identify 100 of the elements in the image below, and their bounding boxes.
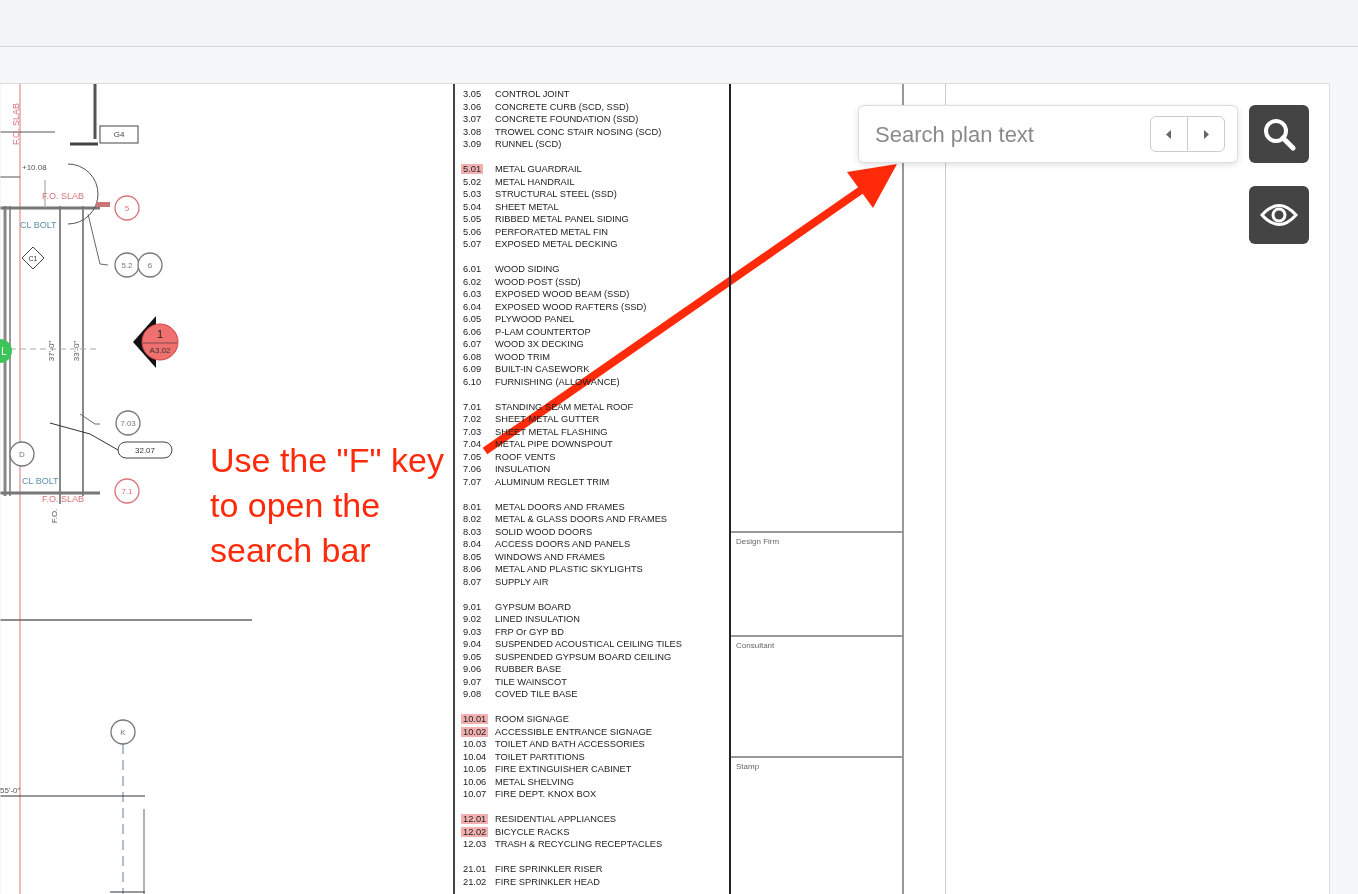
keynote-code: 21.01 bbox=[462, 864, 488, 874]
keynote-text: GYPSUM BOARD bbox=[495, 600, 571, 613]
keynote-code: 5.07 bbox=[462, 239, 483, 249]
keynote-code: 6.03 bbox=[462, 289, 483, 299]
keynote-code: 7.07 bbox=[462, 476, 483, 487]
keynote-text: TOILET AND BATH ACCESSORIES bbox=[495, 738, 645, 751]
plan-label: CL BOLT bbox=[20, 220, 57, 231]
keynote-text: FIRE SPRINKLER RISER bbox=[495, 863, 603, 876]
search-field[interactable]: Search plan text bbox=[858, 105, 1238, 163]
keynote-code: 10.07 bbox=[462, 789, 488, 799]
keynote-text: COVED TILE BASE bbox=[495, 688, 578, 701]
keynote-code: 9.07 bbox=[462, 676, 483, 687]
keynote-code: 9.06 bbox=[462, 664, 483, 674]
keynote-code: 6.09 bbox=[462, 364, 483, 374]
keynote-code: 9.03 bbox=[462, 626, 483, 637]
keynote-code: 21.02 bbox=[462, 876, 488, 887]
plan-tag: 32.07 bbox=[117, 441, 173, 459]
keynote-text: TROWEL CONC STAIR NOSING (SCD) bbox=[495, 125, 662, 138]
keynote-text: METAL & GLASS DOORS AND FRAMES bbox=[495, 513, 668, 526]
keynote-code: 10.01 bbox=[461, 714, 489, 724]
dimension-label: 37'-0" bbox=[47, 340, 57, 362]
keynote-text: ACCESS DOORS AND PANELS bbox=[495, 538, 631, 551]
keynote-code: 7.03 bbox=[462, 426, 483, 437]
keynote-text: WOOD TRIM bbox=[495, 350, 551, 363]
plan-label: CL BOLT bbox=[22, 476, 59, 487]
keynote-text: RESIDENTIAL APPLIANCES bbox=[495, 813, 617, 826]
keynote-code: 3.06 bbox=[462, 101, 483, 112]
keynote-text: P-LAM COUNTERTOP bbox=[495, 325, 591, 338]
keynote-text: METAL SHELVING bbox=[495, 775, 574, 788]
keynote-code: 8.04 bbox=[462, 539, 483, 549]
keynote-code: 8.01 bbox=[462, 501, 483, 512]
keynote-code: 8.05 bbox=[462, 551, 483, 562]
plan-tag: K bbox=[110, 719, 136, 745]
search-icon bbox=[1264, 119, 1296, 151]
keynote-code: 9.01 bbox=[462, 601, 483, 612]
keynote-text: WOOD SIDING bbox=[495, 263, 560, 276]
keynote-code: 9.04 bbox=[462, 639, 483, 649]
keynote-code: 9.05 bbox=[462, 651, 483, 662]
keynote-text: SHEET METAL bbox=[495, 200, 559, 213]
keynote-text: CONCRETE FOUNDATION (SSD) bbox=[495, 113, 639, 126]
plan-tag: 6 bbox=[137, 252, 163, 278]
keynote-code: 6.10 bbox=[462, 376, 483, 387]
keynote-text: CONCRETE CURB (SCD, SSD) bbox=[495, 100, 629, 113]
keynote-code: 12.03 bbox=[462, 839, 488, 849]
keynote-code: 5.06 bbox=[462, 226, 483, 237]
keynote-text: STRUCTURAL STEEL (SSD) bbox=[495, 188, 617, 201]
keynote-text: ROOF VENTS bbox=[495, 450, 556, 463]
keynote-code: 8.06 bbox=[462, 564, 483, 574]
search-button[interactable] bbox=[1249, 105, 1309, 163]
keynote-code: 12.02 bbox=[461, 826, 489, 837]
keynote-text: BUILT-IN CASEWORK bbox=[495, 363, 590, 376]
keynote-code: 6.07 bbox=[462, 339, 483, 349]
keynote-text: EXPOSED WOOD BEAM (SSD) bbox=[495, 288, 630, 301]
keynote-code: 3.05 bbox=[462, 89, 483, 99]
plan-label: F.O. SLAB bbox=[42, 494, 85, 505]
keynote-code: 6.08 bbox=[462, 351, 483, 362]
keynote-code: 8.03 bbox=[462, 526, 483, 537]
keynote-code: 10.02 bbox=[461, 726, 489, 737]
keynote-text: BICYCLE RACKS bbox=[495, 825, 570, 838]
grid-marker: L bbox=[0, 339, 12, 363]
keynote-text: ACCESSIBLE ENTRANCE SIGNAGE bbox=[495, 725, 653, 738]
keynote-code: 8.02 bbox=[462, 514, 483, 524]
keynote-text: RIBBED METAL PANEL SIDING bbox=[495, 213, 629, 226]
keynote-code: 6.01 bbox=[462, 264, 483, 274]
plan-label: F.O. SLAB bbox=[11, 103, 22, 145]
keynote-code: 7.05 bbox=[462, 451, 483, 462]
keynote-text: WINDOWS AND FRAMES bbox=[495, 550, 605, 563]
dimension-label: 33'-0" bbox=[72, 340, 82, 362]
keynote-text: ROOM SIGNAGE bbox=[495, 713, 569, 726]
plan-label: F.O. SLAB bbox=[42, 191, 85, 202]
keynote-text: ALUMINUM REGLET TRIM bbox=[495, 475, 610, 488]
keynote-code: 5.04 bbox=[462, 201, 483, 212]
eye-icon bbox=[1260, 204, 1298, 226]
keynote-code: 6.04 bbox=[462, 301, 483, 312]
keynote-code: 10.06 bbox=[462, 776, 488, 787]
keynote-text: WOOD 3X DECKING bbox=[495, 338, 584, 351]
keynote-text: EXPOSED METAL DECKING bbox=[495, 238, 618, 251]
keynote-text: INSULATION bbox=[495, 463, 551, 476]
keynote-code: 7.01 bbox=[462, 401, 483, 412]
keynote-text: FIRE DEPT. KNOX BOX bbox=[495, 788, 597, 801]
keynote-code: 7.02 bbox=[462, 414, 483, 424]
dimension-label: F.O. bbox=[50, 508, 60, 524]
caret-right-icon bbox=[1204, 129, 1209, 139]
keynote-code: 8.07 bbox=[462, 576, 483, 587]
keynote-code: 9.08 bbox=[462, 689, 483, 699]
keynote-code: 3.09 bbox=[462, 139, 483, 149]
keynote-text: FRP Or GYP BD bbox=[495, 625, 564, 638]
plan-tag: G4 bbox=[99, 125, 139, 144]
keynote-code: 3.08 bbox=[462, 126, 483, 137]
keynote-code: 6.02 bbox=[462, 276, 483, 287]
keynote-text: WOOD POST (SSD) bbox=[495, 275, 581, 288]
visibility-button[interactable] bbox=[1249, 186, 1309, 244]
keynote-text: PLYWOOD PANEL bbox=[495, 313, 575, 326]
plan-tag: D bbox=[9, 441, 35, 467]
keynote-code: 12.01 bbox=[461, 814, 489, 824]
keynote-text: TOILET PARTITIONS bbox=[495, 750, 585, 763]
title-block-label: Consultant bbox=[736, 641, 775, 650]
keynote-code: 10.03 bbox=[462, 739, 488, 749]
keynote-text: SUPPLY AIR bbox=[495, 575, 549, 588]
keynote-code: 5.02 bbox=[462, 176, 483, 187]
